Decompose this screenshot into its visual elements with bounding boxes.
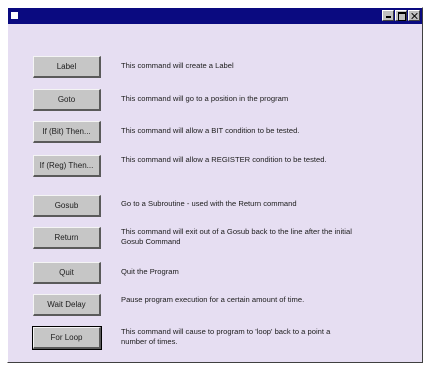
window-controls: [382, 10, 420, 21]
if-bit-then-command-description: This command will allow a BIT condition …: [121, 126, 300, 135]
return-command-description: This command will exit out of a Gosub ba…: [121, 227, 352, 246]
minimize-button[interactable]: [382, 10, 394, 21]
wait-delay-command-description: Pause program execution for a certain am…: [121, 295, 305, 304]
goto-command-button[interactable]: Goto: [33, 89, 101, 111]
gosub-command-button[interactable]: Gosub: [33, 195, 101, 217]
quit-command-description: Quit the Program: [121, 267, 179, 276]
system-menu-icon[interactable]: [11, 12, 18, 19]
label-command-button[interactable]: Label: [33, 56, 101, 78]
goto-command-description: This command will go to a position in th…: [121, 94, 289, 103]
title-bar[interactable]: [8, 8, 422, 24]
if-reg-then-command-description: This command will allow a REGISTER condi…: [121, 155, 327, 164]
wait-delay-command-button[interactable]: Wait Delay: [33, 294, 101, 316]
quit-command-button[interactable]: Quit: [33, 262, 101, 284]
for-loop-command-button[interactable]: For Loop: [32, 326, 102, 350]
label-command-description: This command will create a Label: [121, 61, 234, 70]
if-reg-then-command-button[interactable]: If (Reg) Then...: [33, 155, 101, 177]
if-bit-then-command-button[interactable]: If (Bit) Then...: [33, 121, 101, 143]
maximize-button[interactable]: [395, 10, 407, 21]
return-command-button[interactable]: Return: [33, 227, 101, 249]
gosub-command-description: Go to a Subroutine - used with the Retur…: [121, 199, 297, 208]
command-help-window: Label This command will create a Label G…: [7, 7, 423, 363]
close-button[interactable]: [408, 10, 420, 21]
for-loop-command-description: This command will cause to program to 'l…: [121, 327, 331, 346]
